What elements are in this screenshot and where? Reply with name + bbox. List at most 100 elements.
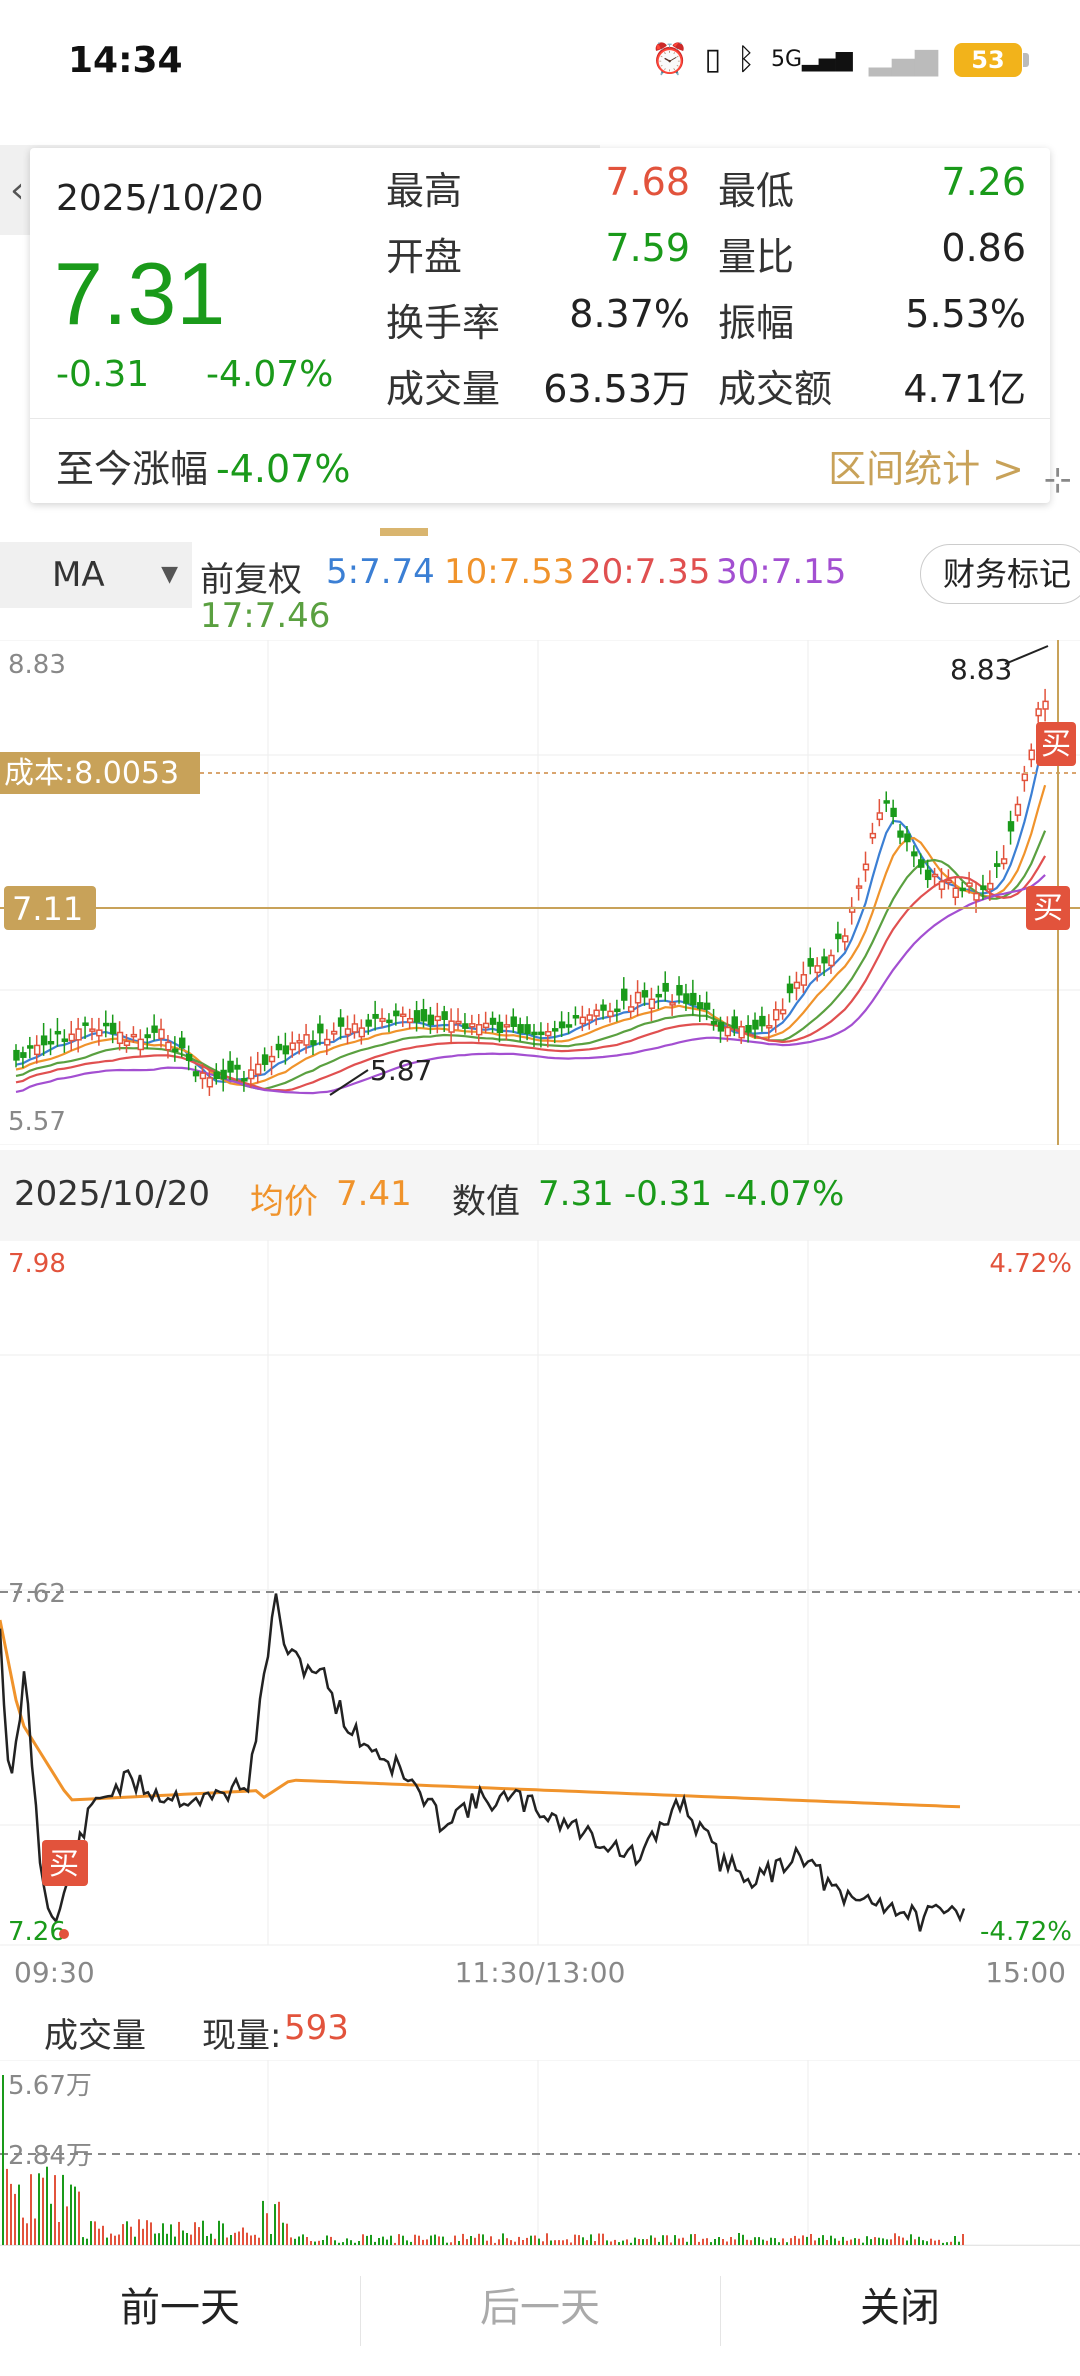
kline-candle	[1014, 803, 1022, 816]
intra-buy-dot	[59, 1929, 69, 1939]
kline-candle	[116, 1031, 124, 1045]
back-icon[interactable]: ‹	[10, 170, 24, 211]
kline-candle	[993, 863, 1001, 867]
volume-bar	[270, 2234, 272, 2245]
kline-candle	[1000, 858, 1008, 865]
volume-bar	[794, 2235, 796, 2245]
tab-indicator	[380, 528, 428, 536]
volume-bar	[70, 2184, 72, 2245]
ma10-value: 10:7.53	[444, 552, 575, 592]
prev-day-button[interactable]: 前一天	[0, 2246, 360, 2376]
volume-bar	[274, 2204, 276, 2245]
volume-bar	[198, 2227, 200, 2245]
volume-bar	[770, 2237, 772, 2245]
kline-candle	[455, 1020, 462, 1025]
intra-ybottom-pct: -4.72%	[980, 1917, 1072, 1947]
kline-candle	[89, 1028, 96, 1032]
volume-bar	[290, 2237, 292, 2245]
status-bar: 14:34 ⏰ ▯ ᛒ 5G▂▄▆ ▂▄▆ 53	[0, 0, 1080, 130]
kline-candle	[158, 1028, 165, 1040]
kline-candle	[413, 1010, 421, 1023]
kline-candle	[1035, 708, 1042, 717]
volume-bar	[370, 2234, 372, 2245]
kline-candle	[904, 833, 911, 843]
close-button[interactable]: 关闭	[720, 2246, 1080, 2376]
volume-bar	[682, 2237, 684, 2245]
vibrate-icon: ▯	[704, 42, 721, 77]
volume-bar	[242, 2227, 244, 2245]
kline-candle	[289, 1042, 296, 1051]
kline-candle	[199, 1072, 207, 1080]
kline-candle	[517, 1024, 524, 1034]
finance-mark-button[interactable]: 财务标记	[920, 544, 1080, 604]
kline-candle	[344, 1028, 352, 1036]
volume-bar	[26, 2223, 28, 2245]
kline-ymax-label: 8.83	[8, 650, 66, 680]
ma20-value: 20:7.35	[580, 552, 711, 592]
kline-candle	[427, 1014, 435, 1026]
kline-candle	[738, 1026, 745, 1039]
kline-chart[interactable]: 8.83 5.57 成本:8.0053 7.11 8.83 5.87 买 买	[0, 640, 1080, 1145]
volume-bar	[142, 2228, 144, 2245]
volume-bar	[266, 2213, 268, 2245]
kline-candle	[614, 1008, 621, 1013]
kline-candle	[213, 1071, 220, 1080]
volume-bar	[690, 2234, 692, 2245]
volume-bar	[78, 2191, 80, 2245]
volume-bar	[674, 2235, 676, 2245]
volume-bar	[546, 2233, 548, 2245]
kline-candle	[144, 1034, 151, 1039]
kline-candle	[1042, 700, 1049, 710]
kline-candle	[600, 1004, 607, 1011]
since-gain: 至今涨幅 -4.07%	[56, 447, 351, 491]
volume-grid	[0, 2060, 1080, 2245]
kline-candle	[137, 1038, 144, 1051]
volume-bar	[898, 2236, 900, 2245]
kline-candle	[786, 983, 794, 994]
status-icons: ⏰ ▯ ᛒ 5G▂▄▆ ▂▄▆ 53	[651, 42, 1029, 77]
next-day-button[interactable]: 后一天	[360, 2246, 720, 2376]
volume-bar	[854, 2238, 856, 2245]
open-label: 开盘	[386, 235, 463, 279]
avg-label: 均价	[250, 1182, 318, 1222]
kline-candle	[510, 1016, 517, 1027]
kline-candle	[123, 1040, 131, 1046]
kline-candle	[192, 1071, 200, 1077]
intraday-chart[interactable]: 7.98 4.72% 7.62 7.26 -4.72% 09:30 11:30/…	[0, 1240, 1080, 2000]
amplitude-value: 5.53%	[905, 292, 1026, 336]
kline-candle	[814, 965, 821, 974]
volume-bar	[742, 2234, 744, 2245]
kline-candle	[220, 1069, 227, 1080]
volume-bar	[830, 2235, 832, 2245]
volume-bar	[174, 2236, 176, 2245]
volume-bar	[146, 2220, 148, 2245]
volume-bar	[62, 2174, 64, 2245]
volume-bar	[518, 2236, 520, 2245]
volume-bar	[470, 2236, 472, 2245]
volume-bar	[730, 2237, 732, 2245]
buy-marker-1-label: 买	[1041, 727, 1071, 762]
volume-ytop: 5.67万	[8, 2071, 92, 2101]
volume-bar	[810, 2234, 812, 2245]
kline-candle	[324, 1038, 331, 1046]
volume-bar	[590, 2234, 592, 2245]
volume-bar	[46, 2166, 48, 2245]
volume-bar	[694, 2234, 696, 2245]
kline-candle	[282, 1045, 290, 1055]
range-stats-link[interactable]: 区间统计 >	[828, 438, 1024, 493]
volume-bar	[878, 2237, 880, 2245]
indicator-select[interactable]: MA ▼	[0, 542, 192, 608]
volume-chart[interactable]: 5.67万 2.84万	[0, 2060, 1080, 2245]
volume-bar	[438, 2236, 440, 2245]
kline-candle	[33, 1044, 41, 1056]
kline-candle	[310, 1040, 317, 1046]
amplitude-label: 振幅	[718, 301, 795, 345]
kline-candle	[862, 863, 870, 871]
kline-candle	[800, 974, 808, 986]
volume-bar	[474, 2237, 476, 2245]
volume-bar	[230, 2235, 232, 2245]
open-value: 7.59	[605, 226, 690, 270]
kline-candle	[372, 1013, 379, 1019]
settings-icon[interactable]: ⊹	[1044, 460, 1073, 500]
kline-candle	[724, 1026, 732, 1037]
